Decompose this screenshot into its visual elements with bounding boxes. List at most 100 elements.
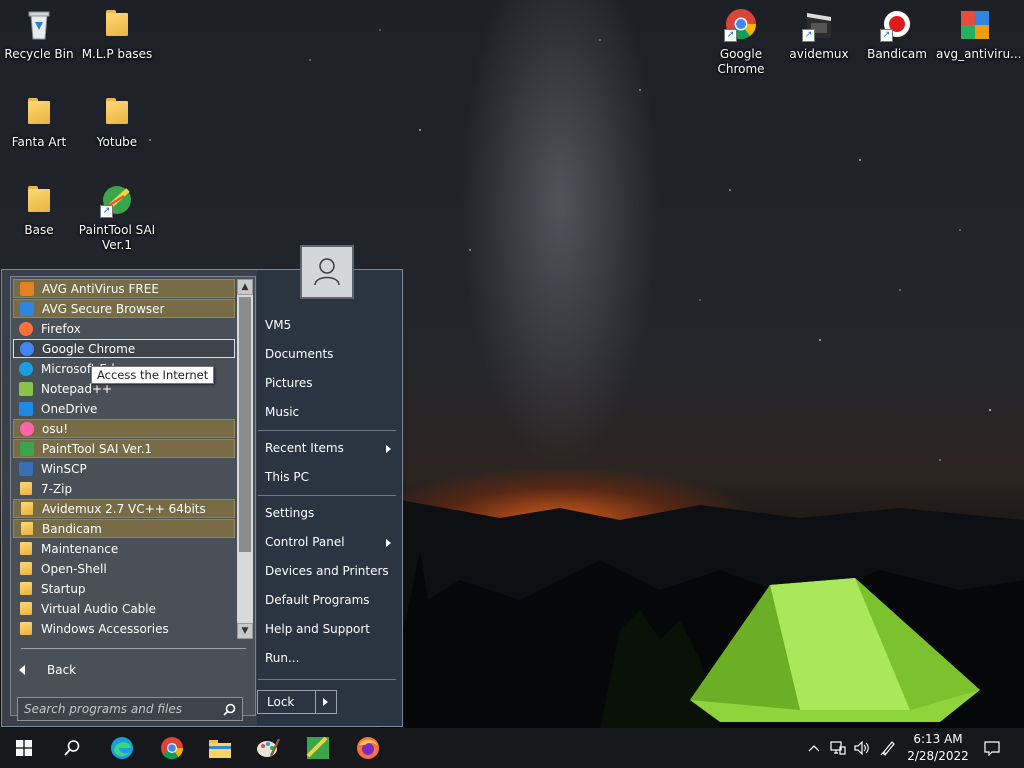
shortcut-arrow-icon: ↗ bbox=[100, 205, 113, 218]
taskbar-painttool-sai[interactable] bbox=[294, 728, 342, 768]
edge-icon bbox=[19, 361, 33, 376]
desktop-icon-label: avidemux bbox=[789, 47, 849, 61]
start-menu-item-default-programs[interactable]: Default Programs bbox=[265, 593, 370, 607]
program-item[interactable]: Maintenance bbox=[13, 539, 235, 558]
desktop-icon-painttool-sai[interactable]: ↗ PaintTool SAI Ver.1 bbox=[78, 184, 156, 253]
program-label: Virtual Audio Cable bbox=[41, 601, 157, 616]
winscp-icon bbox=[19, 461, 33, 476]
taskbar-search-button[interactable] bbox=[48, 728, 96, 768]
program-item[interactable]: 7-Zip bbox=[13, 479, 235, 498]
start-menu-item-run[interactable]: Run... bbox=[265, 651, 299, 665]
action-center-icon bbox=[984, 740, 1000, 756]
program-item[interactable]: Open-Shell bbox=[13, 559, 235, 578]
start-menu-item-vm5[interactable]: VM5 bbox=[265, 318, 291, 332]
submenu-arrow-icon bbox=[386, 539, 391, 547]
avg-icon bbox=[20, 281, 34, 296]
volume-button[interactable] bbox=[851, 728, 873, 768]
program-list-scrollbar[interactable]: ▲ ▼ bbox=[237, 279, 253, 639]
program-item[interactable]: AVG AntiVirus FREE bbox=[13, 279, 235, 298]
folder-icon bbox=[20, 542, 32, 555]
program-label: OneDrive bbox=[41, 401, 98, 416]
user-avatar[interactable] bbox=[300, 245, 354, 299]
shutdown-options-arrow-icon[interactable] bbox=[315, 691, 336, 713]
chrome-icon bbox=[161, 737, 184, 760]
program-item[interactable]: OneDrive bbox=[13, 399, 235, 418]
notepadpp-icon bbox=[19, 381, 33, 396]
program-item[interactable]: Firefox bbox=[13, 319, 235, 338]
divider bbox=[258, 679, 396, 680]
program-item[interactable]: Avidemux 2.7 VC++ 64bits bbox=[13, 499, 235, 518]
search-icon bbox=[223, 703, 236, 716]
divider bbox=[21, 648, 246, 649]
pen-workspace-button[interactable] bbox=[876, 728, 900, 768]
start-menu-item-music[interactable]: Music bbox=[265, 405, 299, 419]
taskbar-file-explorer[interactable] bbox=[196, 728, 244, 768]
start-menu-item-recent-items[interactable]: Recent Items bbox=[265, 441, 344, 455]
scroll-down-arrow-icon[interactable]: ▼ bbox=[237, 623, 253, 639]
start-menu-item-this-pc[interactable]: This PC bbox=[265, 470, 309, 484]
search-input[interactable] bbox=[24, 702, 214, 716]
folder-icon bbox=[20, 582, 32, 595]
desktop-icon-label: Base bbox=[24, 223, 54, 237]
taskbar-edge[interactable] bbox=[98, 728, 146, 768]
desktop-icon-fanta-art[interactable]: Fanta Art bbox=[0, 96, 78, 150]
avg-browser-icon bbox=[20, 301, 34, 316]
program-item[interactable]: Startup bbox=[13, 579, 235, 598]
program-item[interactable]: WinSCP bbox=[13, 459, 235, 478]
desktop-icon-label: Fanta Art bbox=[11, 135, 67, 149]
paint-icon bbox=[257, 738, 280, 757]
start-menu-item-documents[interactable]: Documents bbox=[265, 347, 333, 361]
program-label: Bandicam bbox=[42, 521, 102, 536]
desktop-icon-google-chrome[interactable]: ↗ Google Chrome bbox=[702, 8, 780, 77]
desktop-icon-bandicam[interactable]: ↗ Bandicam bbox=[858, 8, 936, 62]
painttool-sai-icon: ↗ bbox=[100, 184, 134, 218]
program-item[interactable]: AVG Secure Browser bbox=[13, 299, 235, 318]
program-item[interactable]: Virtual Audio Cable bbox=[13, 599, 235, 618]
program-item[interactable]: Windows Accessories bbox=[13, 619, 235, 638]
taskbar-chrome[interactable] bbox=[148, 728, 196, 768]
taskbar-paint[interactable] bbox=[244, 728, 292, 768]
network-button[interactable] bbox=[827, 728, 849, 768]
start-menu-item-settings[interactable]: Settings bbox=[265, 506, 314, 520]
program-label: Windows Accessories bbox=[41, 621, 169, 636]
program-item[interactable]: Google Chrome bbox=[13, 339, 235, 358]
desktop-icon-label: Bandicam bbox=[867, 47, 927, 61]
avidemux-icon: ↗ bbox=[802, 8, 836, 42]
desktop-icon-base[interactable]: Base bbox=[0, 184, 78, 238]
program-label: osu! bbox=[42, 421, 69, 436]
scroll-thumb[interactable] bbox=[239, 297, 251, 552]
tooltip: Access the Internet bbox=[91, 366, 215, 384]
user-icon bbox=[314, 258, 340, 286]
desktop-icon-recycle-bin[interactable]: Recycle Bin bbox=[0, 8, 78, 62]
desktop-icon-label: M.L.P bases bbox=[81, 47, 153, 61]
start-menu-item-help-and-support[interactable]: Help and Support bbox=[265, 622, 370, 636]
start-menu-item-devices-and-printers[interactable]: Devices and Printers bbox=[265, 564, 389, 578]
desktop-icon-mlp-bases[interactable]: M.L.P bases bbox=[78, 8, 156, 62]
action-center-button[interactable] bbox=[978, 728, 1006, 768]
show-hidden-icons-button[interactable] bbox=[804, 728, 824, 768]
desktop-icon-yotube[interactable]: Yotube bbox=[78, 96, 156, 150]
taskbar-firefox[interactable] bbox=[344, 728, 392, 768]
folder-icon bbox=[21, 522, 33, 535]
onedrive-icon bbox=[19, 401, 33, 416]
program-item[interactable]: Bandicam bbox=[13, 519, 235, 538]
lock-split-button[interactable]: Lock bbox=[257, 690, 337, 714]
start-menu-item-control-panel[interactable]: Control Panel bbox=[265, 535, 345, 549]
scroll-up-arrow-icon[interactable]: ▲ bbox=[237, 279, 253, 295]
taskbar-clock[interactable]: 6:13 AM 2/28/2022 bbox=[906, 731, 970, 765]
program-item[interactable]: osu! bbox=[13, 419, 235, 438]
shortcut-arrow-icon: ↗ bbox=[880, 29, 893, 42]
start-button[interactable] bbox=[0, 728, 48, 768]
network-icon bbox=[830, 741, 846, 755]
desktop-icon-avg-antivirus[interactable]: avg_antiviru... bbox=[936, 8, 1022, 62]
program-label: Avidemux 2.7 VC++ 64bits bbox=[42, 501, 206, 516]
pen-icon bbox=[880, 741, 895, 756]
search-box[interactable] bbox=[17, 697, 243, 721]
start-menu-item-pictures[interactable]: Pictures bbox=[265, 376, 313, 390]
back-button[interactable]: Back bbox=[19, 663, 76, 677]
desktop-icon-label: Recycle Bin bbox=[4, 47, 74, 61]
lock-button[interactable]: Lock bbox=[258, 695, 315, 709]
program-item[interactable]: PaintTool SAI Ver.1 bbox=[13, 439, 235, 458]
file-explorer-icon bbox=[209, 740, 231, 758]
desktop-icon-avidemux[interactable]: ↗ avidemux bbox=[780, 8, 858, 62]
